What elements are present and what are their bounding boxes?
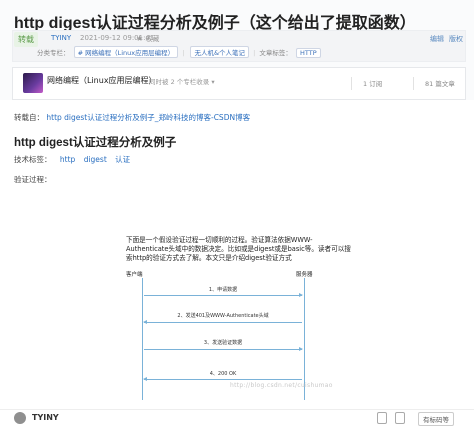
step-3-label: 3、发送验证数据: [203, 340, 243, 346]
auth-sequence-figure: 下面是一个假设验证过程一切顺利的过程。验证算法依据WWW-Authenticat…: [118, 230, 358, 408]
column-subtitle[interactable]: 同时被 2 个专栏收录 ▾: [149, 76, 215, 86]
tech-tag-digest[interactable]: digest: [84, 155, 107, 164]
category-label: 分类专栏：: [37, 49, 70, 57]
divider: |: [253, 49, 256, 57]
article-meta-bar: 转载 TYINY 2021-09-12 09:01:41 ★ 收藏 编辑 版权 …: [12, 30, 466, 62]
tech-tag-http[interactable]: http: [60, 155, 75, 164]
repost-badge: 转载: [14, 32, 38, 47]
content-heading: http digest认证过程分析及例子: [14, 137, 177, 149]
edit-link[interactable]: 编辑: [430, 34, 444, 44]
article-tags-label: 文章标签：: [259, 49, 292, 57]
repost-link[interactable]: http digest认证过程分析及例子_郑岭科技的博客-CSDN博客: [46, 113, 250, 122]
column-title[interactable]: 网络编程（Linux应用层编程）: [47, 75, 157, 86]
article-tag[interactable]: HTTP: [295, 48, 321, 58]
divider: [413, 77, 414, 90]
comment-icon[interactable]: [395, 412, 405, 424]
category-tag[interactable]: # 网络编程（Linux应用层编程）: [73, 46, 179, 58]
meta-row-categories: 分类专栏： # 网络编程（Linux应用层编程） | 无人机&个人笔记 | 文章…: [37, 46, 321, 58]
step-4-label: 4、200 OK: [209, 371, 237, 377]
tech-tags-label: 技术标签：: [14, 155, 52, 164]
like-icon[interactable]: [377, 412, 387, 424]
column-card[interactable]: 网络编程（Linux应用层编程） 同时被 2 个专栏收录 ▾ 1 订阅 81 篇…: [12, 67, 466, 100]
column-cover-image: [23, 73, 43, 93]
process-label: 验证过程：: [14, 175, 52, 184]
author-link[interactable]: TYINY: [51, 34, 71, 42]
footer-author-name[interactable]: TYINY: [32, 413, 59, 422]
divider: |: [182, 49, 185, 57]
star-icon: ★: [136, 34, 144, 43]
step-2-arrow: [143, 320, 302, 324]
step-1-label: 1、申请数据: [208, 287, 238, 293]
follow-button[interactable]: 有标码等: [418, 412, 454, 426]
tech-tag-auth[interactable]: 认证: [115, 155, 130, 164]
article-content: 转载自： http digest认证过程分析及例子_郑岭科技的博客-CSDN博客…: [0, 100, 474, 425]
divider: [351, 77, 352, 90]
copyright-link[interactable]: 版权: [449, 34, 463, 44]
author-footer-bar: TYINY 有标码等: [0, 409, 474, 426]
step-3-arrow: [144, 347, 303, 351]
client-label: 客户端: [126, 272, 143, 278]
tech-tags: 技术标签： http digest 认证: [14, 154, 130, 165]
server-label: 服务器: [296, 272, 313, 278]
column-article-count: 81 篇文章: [425, 80, 455, 88]
avatar[interactable]: [14, 412, 26, 424]
step-4-arrow: [143, 377, 302, 381]
favorite-button[interactable]: ★ 收藏: [136, 34, 159, 44]
course-tag[interactable]: 无人机&个人笔记: [190, 46, 250, 58]
column-subscribers: 1 订阅: [363, 80, 383, 88]
repost-line: 转载自： http digest认证过程分析及例子_郑岭科技的博客-CSDN博客: [14, 112, 250, 123]
watermark-text: http://blog.csdn.net/cuishumao: [230, 382, 333, 389]
step-1-arrow: [144, 293, 303, 297]
step-2-label: 2、发送401及WWW-Authenticate头域: [177, 313, 269, 319]
page: http digest认证过程分析及例子（这个给出了提取函数） 转载 TYINY…: [0, 0, 474, 426]
figure-intro-text: 下面是一个假设验证过程一切顺利的过程。验证算法依据WWW-Authenticat…: [126, 236, 351, 262]
repost-label: 转载自：: [14, 113, 44, 122]
favorite-label: 收藏: [145, 35, 160, 43]
